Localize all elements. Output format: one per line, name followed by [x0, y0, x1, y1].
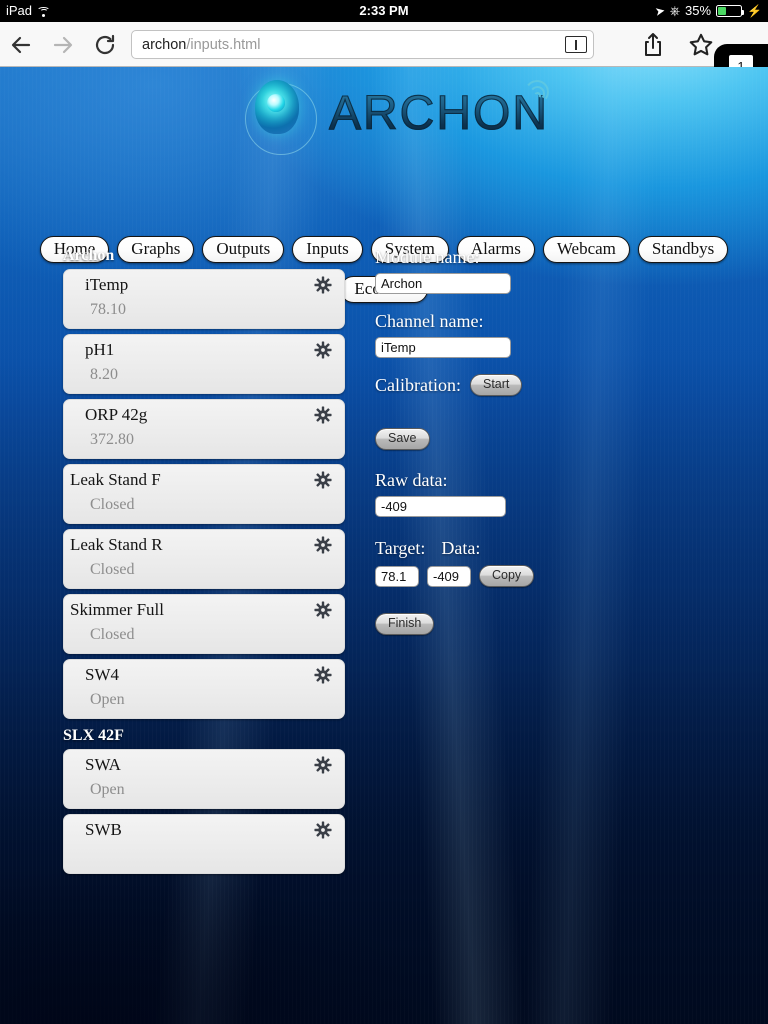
channel-name: Skimmer Full: [70, 600, 164, 619]
browser-toolbar: archon/inputs.html 1: [0, 22, 768, 89]
gear-icon[interactable]: [314, 536, 332, 554]
channel-value: 372.80: [90, 431, 134, 448]
channel-value: Open: [90, 691, 125, 708]
bluetooth-icon: ⎈: [669, 3, 681, 18]
finish-button[interactable]: Finish: [375, 613, 435, 635]
bookmark-star-icon[interactable]: [688, 32, 714, 58]
channel-card[interactable]: Leak Stand F Closed: [63, 464, 345, 524]
target-data-inputs-row: Copy: [375, 565, 735, 587]
start-calibration-button[interactable]: Start: [469, 374, 523, 396]
lightning-bolt-icon: ⚡: [747, 4, 762, 18]
forward-arrow-icon[interactable]: [50, 32, 76, 58]
data-label: Data:: [441, 538, 481, 558]
channel-name: Leak Stand R: [70, 535, 163, 554]
logo-core-dot: [267, 94, 285, 112]
logo-wordmark: ARCHON: [328, 86, 550, 140]
battery-percent-label: 35%: [685, 3, 712, 18]
channel-value: Open: [90, 781, 125, 798]
browser-toolbar-right: [640, 22, 714, 67]
location-arrow-icon: ➤: [653, 3, 666, 19]
channel-card[interactable]: pH1 8.20: [63, 334, 345, 394]
channel-value: Closed: [90, 561, 135, 578]
channel-card[interactable]: SWB: [63, 814, 345, 874]
gear-icon[interactable]: [314, 601, 332, 619]
gear-icon[interactable]: [314, 821, 332, 839]
channel-card[interactable]: ORP 42g 372.80: [63, 399, 345, 459]
gear-icon[interactable]: [314, 276, 332, 294]
screen: iPad 2:33 PM ➤ ⎈ 35% ⚡ archon/inputs.htm…: [0, 0, 768, 1024]
signal-waves-icon: [521, 78, 551, 106]
channel-value: Closed: [90, 626, 135, 643]
archon-logo-icon: ARCHON: [219, 78, 551, 155]
channel-name: Leak Stand F: [70, 470, 161, 489]
module-name-input[interactable]: [375, 273, 511, 294]
channel-card[interactable]: SW4 Open: [63, 659, 345, 719]
target-data-labels-row: Target: Data:: [375, 538, 735, 559]
channel-value: 78.10: [90, 301, 126, 318]
module-name-label: Module name:: [375, 247, 480, 267]
site-header: ARCHON: [0, 75, 768, 155]
copy-button[interactable]: Copy: [479, 565, 535, 587]
page-background: ARCHON Home Graphs Outputs Inputs System Alar…: [0, 67, 768, 1024]
channel-card[interactable]: iTemp 78.10: [63, 269, 345, 329]
reload-icon[interactable]: [92, 32, 118, 58]
gear-icon[interactable]: [314, 756, 332, 774]
group-header: SLX 42F: [63, 727, 124, 744]
calibration-label: Calibration:: [375, 374, 461, 395]
browser-nav-buttons: [8, 22, 118, 67]
url-host: archon: [142, 36, 187, 53]
status-bar-right: ➤ ⎈ 35% ⚡: [653, 0, 762, 22]
back-arrow-icon[interactable]: [8, 32, 34, 58]
channel-card[interactable]: SWA Open: [63, 749, 345, 809]
data-value-input[interactable]: [427, 565, 471, 587]
save-button[interactable]: Save: [375, 428, 430, 450]
share-icon[interactable]: [640, 32, 666, 58]
target-label: Target:: [375, 538, 426, 558]
channel-edit-form: Module name: Channel name: Calibration: …: [375, 247, 735, 635]
gear-icon[interactable]: [314, 406, 332, 424]
raw-data-input[interactable]: [375, 496, 506, 517]
address-bar[interactable]: archon/inputs.html: [131, 30, 594, 59]
channel-list-panel: Archon iTemp 78.10 pH1 8.20 ORP 42g 372.80 Leak…: [63, 247, 345, 879]
gear-icon[interactable]: [314, 471, 332, 489]
channel-name: ORP 42g: [85, 405, 148, 424]
channel-name: SWB: [85, 820, 122, 839]
url-path: /inputs.html: [186, 36, 261, 53]
channel-value: 8.20: [90, 366, 118, 383]
reader-view-icon[interactable]: [565, 36, 587, 53]
channel-name: pH1: [85, 340, 115, 359]
channel-name-input[interactable]: [375, 337, 511, 358]
channel-name-label: Channel name:: [375, 311, 484, 331]
channel-value: Closed: [90, 496, 135, 513]
calibration-row: Calibration: Start: [375, 374, 735, 396]
target-value-input[interactable]: [375, 565, 419, 587]
url-text: archon/inputs.html: [142, 37, 565, 53]
page-content: ARCHON Home Graphs Outputs Inputs System Alar…: [0, 67, 768, 1024]
ios-status-bar: iPad 2:33 PM ➤ ⎈ 35% ⚡: [0, 0, 768, 22]
channel-card[interactable]: Leak Stand R Closed: [63, 529, 345, 589]
group-header: Archon: [63, 247, 115, 264]
gear-icon[interactable]: [314, 666, 332, 684]
battery-icon: [716, 5, 745, 17]
channel-card[interactable]: Skimmer Full Closed: [63, 594, 345, 654]
raw-data-label: Raw data:: [375, 470, 448, 490]
channel-name: SWA: [85, 755, 121, 774]
channel-name: SW4: [85, 665, 119, 684]
channel-name: iTemp: [85, 275, 129, 294]
gear-icon[interactable]: [314, 341, 332, 359]
